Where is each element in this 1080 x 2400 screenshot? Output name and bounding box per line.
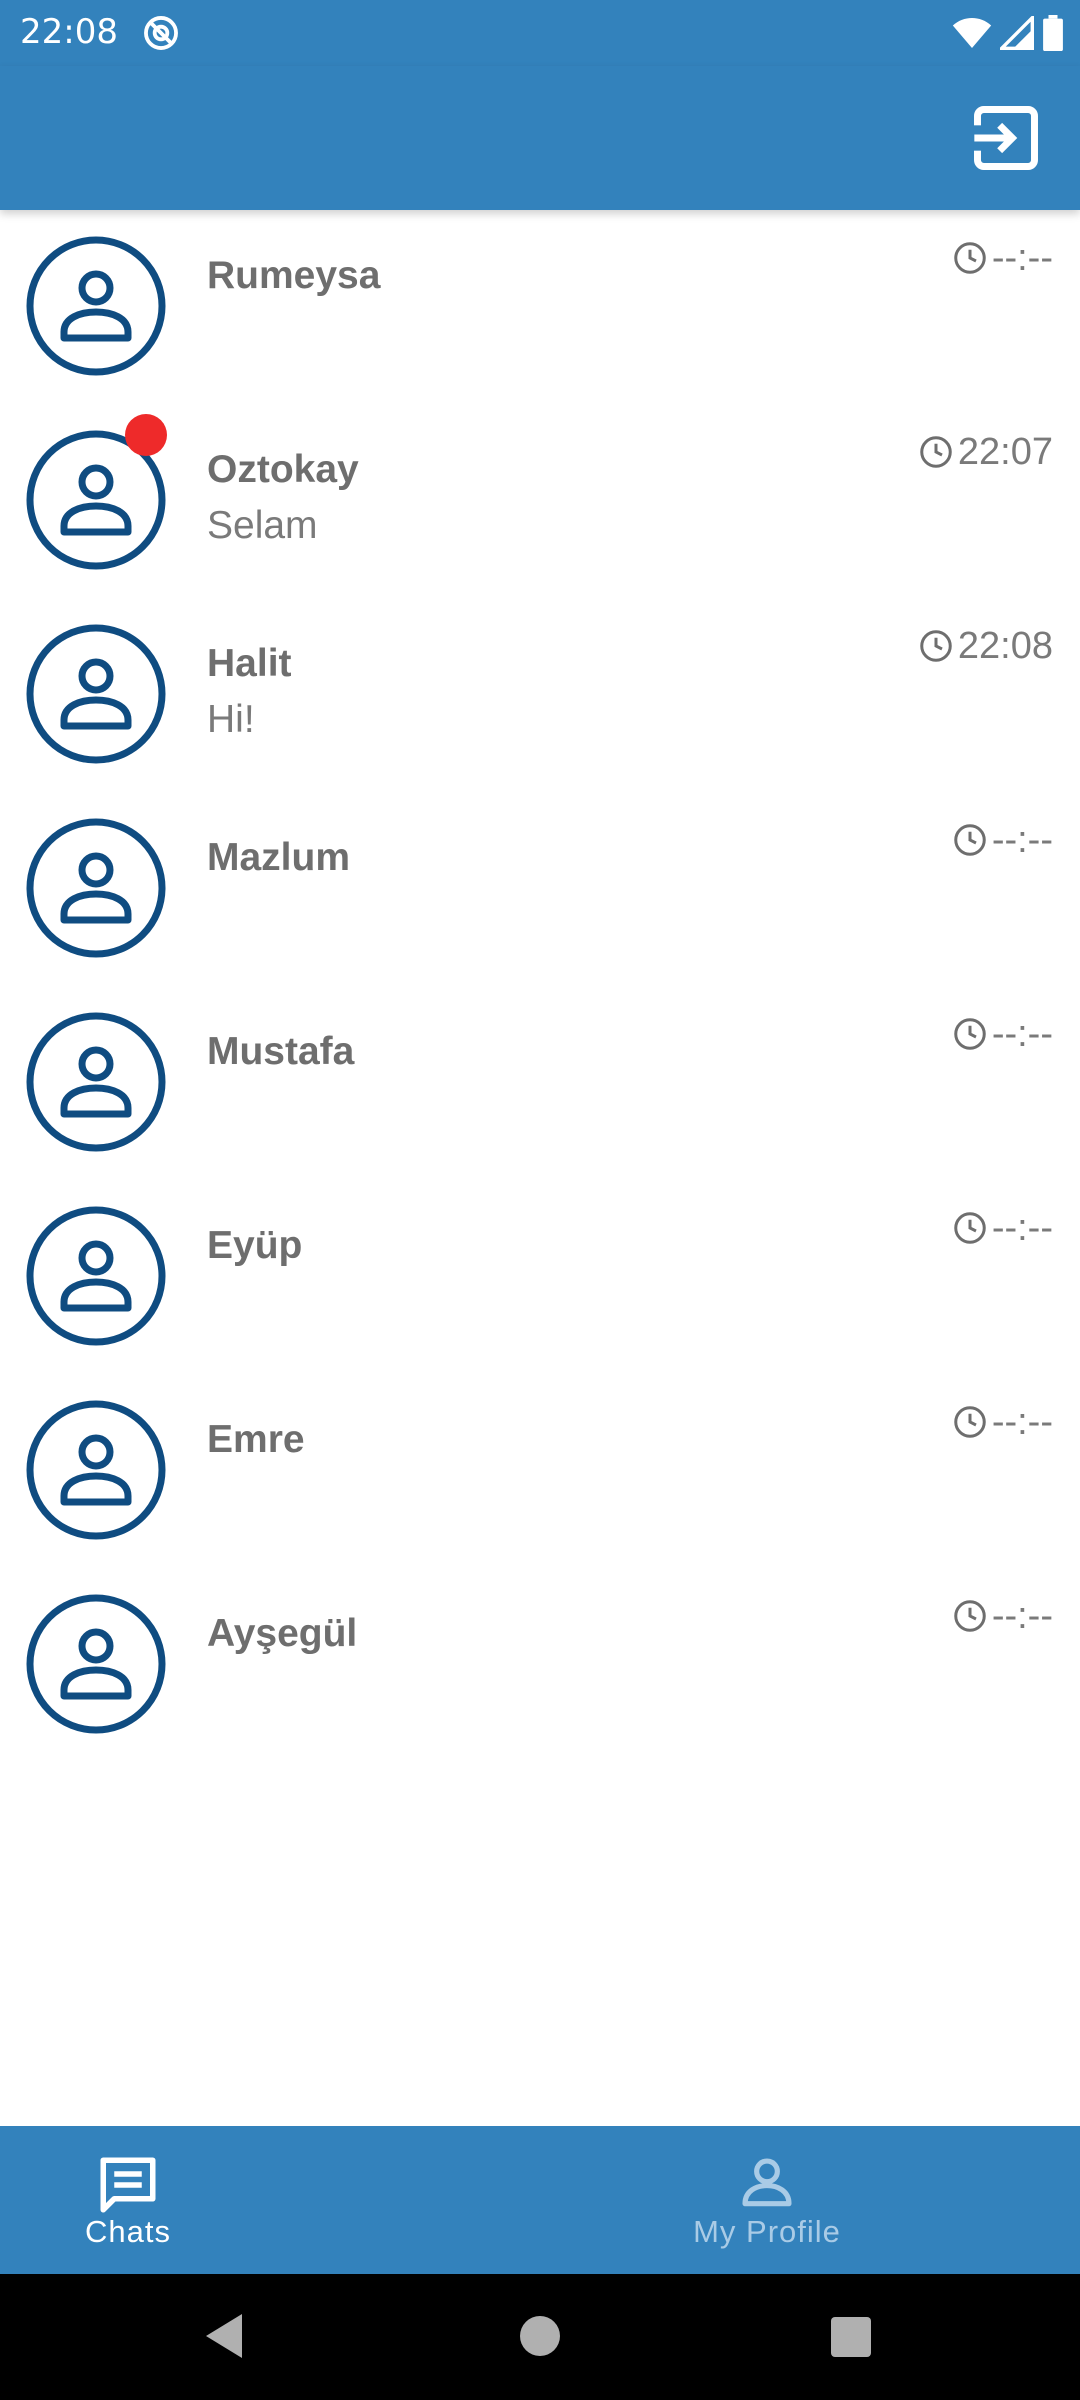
avatar-icon <box>26 236 166 376</box>
bottom-nav: Chats My Profile <box>0 2126 1080 2274</box>
chat-name: Mazlum <box>207 836 351 879</box>
chat-time-text: 22:08 <box>957 624 1053 667</box>
at-sign-icon <box>144 16 178 50</box>
chat-bubble-icon <box>100 2157 156 2213</box>
nav-label-my-profile: My Profile <box>693 2214 841 2249</box>
logout-icon[interactable] <box>968 100 1044 176</box>
nav-label-chats: Chats <box>85 2214 171 2249</box>
avatar-icon <box>26 624 166 764</box>
chat-item-mazlum[interactable]: Mazlum --:-- <box>0 792 1080 986</box>
chat-preview: Hi! <box>207 698 255 741</box>
chat-time: 22:08 <box>918 624 1053 668</box>
signal-icon <box>1000 16 1034 50</box>
back-icon[interactable] <box>202 2312 246 2360</box>
home-icon[interactable] <box>520 2316 560 2356</box>
chat-time-text: --:-- <box>991 1594 1053 1637</box>
avatar-icon <box>26 818 166 958</box>
app-bar <box>0 66 1080 210</box>
status-bar: 22:08 <box>0 0 1080 66</box>
avatar-icon <box>26 1206 166 1346</box>
chat-preview: Selam <box>207 504 318 547</box>
chat-item-halit[interactable]: Halit Hi! 22:08 <box>0 598 1080 792</box>
chat-time: --:-- <box>952 1206 1053 1250</box>
chat-name: Emre <box>207 1418 305 1461</box>
chat-name: Rumeysa <box>207 254 381 297</box>
chat-time: 22:07 <box>918 430 1053 474</box>
chat-item-mustafa[interactable]: Mustafa --:-- <box>0 986 1080 1180</box>
chat-name: Ayşegül <box>207 1612 358 1655</box>
chat-item-aysegul[interactable]: Ayşegül --:-- <box>0 1568 1080 1762</box>
status-icons <box>952 14 1064 52</box>
chat-time: --:-- <box>952 1012 1053 1056</box>
clock-icon <box>954 242 986 274</box>
avatar-icon <box>26 1400 166 1540</box>
chat-item-eyup[interactable]: Eyüp --:-- <box>0 1180 1080 1374</box>
person-icon <box>742 2158 792 2207</box>
battery-icon <box>1043 15 1063 51</box>
nav-tab-chats[interactable]: Chats <box>0 2126 540 2274</box>
chat-time: --:-- <box>952 1400 1053 1444</box>
chat-name: Mustafa <box>207 1030 355 1073</box>
wifi-icon <box>952 18 992 48</box>
chat-name: Halit <box>207 642 292 685</box>
chat-time: --:-- <box>952 1594 1053 1638</box>
status-time: 22:08 <box>20 12 118 52</box>
chat-time-text: 22:07 <box>957 430 1053 473</box>
clock-icon <box>954 1018 986 1050</box>
chat-time: --:-- <box>952 236 1053 280</box>
chat-time-text: --:-- <box>991 818 1053 861</box>
system-navigation-bar <box>0 2274 1080 2400</box>
chat-name: Eyüp <box>207 1224 303 1267</box>
chat-time-text: --:-- <box>991 1012 1053 1055</box>
avatar-icon <box>26 1594 166 1734</box>
clock-icon <box>954 824 986 856</box>
chat-time-text: --:-- <box>991 1400 1053 1443</box>
avatar-icon <box>26 1012 166 1152</box>
clock-icon <box>954 1406 986 1438</box>
chat-time-text: --:-- <box>991 236 1053 279</box>
unread-badge <box>125 414 167 456</box>
clock-icon <box>920 630 952 662</box>
recents-icon[interactable] <box>831 2317 871 2357</box>
clock-icon <box>920 436 952 468</box>
chat-name: Oztokay <box>207 448 359 491</box>
clock-icon <box>954 1600 986 1632</box>
nav-tab-my-profile[interactable]: My Profile <box>540 2126 1080 2274</box>
chat-time: --:-- <box>952 818 1053 862</box>
chat-time-text: --:-- <box>991 1206 1053 1249</box>
chat-item-rumeysa[interactable]: Rumeysa --:-- <box>0 210 1080 404</box>
chat-item-emre[interactable]: Emre --:-- <box>0 1374 1080 1568</box>
clock-icon <box>954 1212 986 1244</box>
